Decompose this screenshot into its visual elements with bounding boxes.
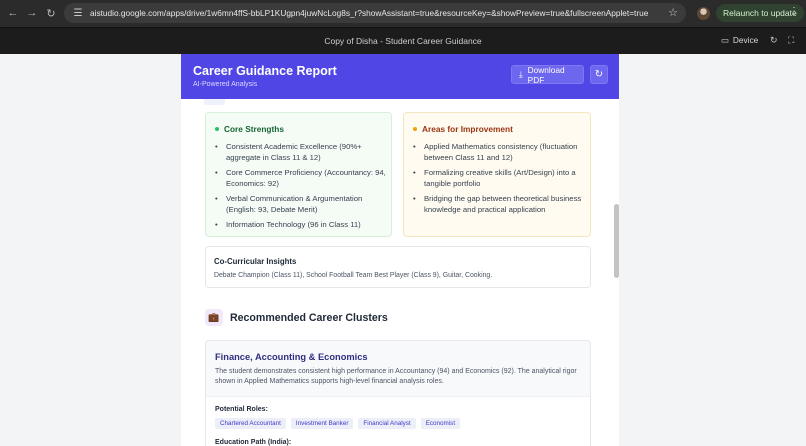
profile-avatar[interactable] xyxy=(697,7,710,20)
fullscreen-icon[interactable]: ⛶ xyxy=(788,35,794,46)
improvement-panel: Areas for Improvement Applied Mathematic… xyxy=(403,112,591,237)
potential-roles-label: Potential Roles: xyxy=(215,406,268,413)
browser-toolbar: ← → ↻ ☰ aistudio.google.com/apps/drive/1… xyxy=(0,0,806,27)
refresh-icon: ↻ xyxy=(594,69,604,80)
education-path-label: Education Path (India): xyxy=(215,439,292,446)
cocurricular-card: Co-Curricular Insights Debate Champion (… xyxy=(205,246,591,288)
role-tag: Investment Banker xyxy=(290,418,354,429)
section-icon-stub xyxy=(204,99,225,105)
briefcase-icon: 💼 xyxy=(205,309,223,326)
cocurricular-title: Co-Curricular Insights xyxy=(214,257,297,266)
url-text[interactable]: aistudio.google.com/apps/drive/1w6mn4ffS… xyxy=(90,8,656,18)
site-info-icon[interactable]: ☰ xyxy=(72,7,84,19)
career-cluster-card: Finance, Accounting & Economics The stud… xyxy=(205,340,591,446)
list-item: Bridging the gap between theoretical bus… xyxy=(413,193,585,215)
device-label: Device xyxy=(732,35,759,45)
device-button[interactable]: ▭ Device xyxy=(721,35,758,45)
forward-icon[interactable]: → xyxy=(22,3,42,23)
report-title: Career Guidance Report xyxy=(193,64,337,78)
preview-viewport: Career Guidance Report AI-Powered Analys… xyxy=(0,54,806,446)
address-bar[interactable]: ☰ aistudio.google.com/apps/drive/1w6mn4f… xyxy=(64,3,686,23)
cluster-header: Finance, Accounting & Economics The stud… xyxy=(206,341,590,397)
improvement-list: Applied Mathematics consistency (fluctua… xyxy=(413,141,585,219)
list-item: Consistent Academic Excellence (90%+ agg… xyxy=(215,141,387,163)
role-tag: Financial Analyst xyxy=(358,418,416,429)
roles-tags: Chartered Accountant Investment Banker F… xyxy=(215,418,461,429)
reload-icon[interactable]: ↻ xyxy=(41,3,61,23)
list-item: Information Technology (96 in Class 11) xyxy=(215,219,387,230)
list-item: Core Commerce Proficiency (Accountancy: … xyxy=(215,167,387,189)
back-icon[interactable]: ← xyxy=(3,3,23,23)
app-bar: Copy of Disha - Student Career Guidance … xyxy=(0,27,806,54)
report-header: Career Guidance Report AI-Powered Analys… xyxy=(181,54,619,99)
download-pdf-button[interactable]: ⤓ Download PDF xyxy=(511,64,584,85)
browser-menu-icon[interactable]: ⋮ xyxy=(789,6,799,17)
list-item: Formalizing creative skills (Art/Design)… xyxy=(413,167,585,189)
role-tag: Chartered Accountant xyxy=(215,418,286,429)
cluster-title: Finance, Accounting & Economics xyxy=(215,352,368,362)
scrollbar[interactable] xyxy=(614,204,619,278)
improvement-title: Areas for Improvement xyxy=(422,124,513,134)
refresh-preview-icon[interactable]: ↻ xyxy=(770,35,778,46)
cluster-description: The student demonstrates consistent high… xyxy=(215,368,577,385)
cocurricular-text: Debate Champion (Class 11), School Footb… xyxy=(214,272,493,279)
app-title: Copy of Disha - Student Career Guidance xyxy=(324,36,482,46)
improvement-heading: Areas for Improvement xyxy=(413,124,513,134)
core-strengths-heading: Core Strengths xyxy=(215,124,284,134)
list-item: Verbal Communication & Argumentation (En… xyxy=(215,193,387,215)
list-item: Applied Mathematics consistency (fluctua… xyxy=(413,141,585,163)
report-card: Career Guidance Report AI-Powered Analys… xyxy=(181,54,619,446)
report-subtitle: AI-Powered Analysis xyxy=(193,81,258,88)
recommended-clusters-title: Recommended Career Clusters xyxy=(230,312,388,324)
role-tag: Economist xyxy=(420,418,461,429)
bookmark-star-icon[interactable]: ☆ xyxy=(668,6,678,19)
regenerate-button[interactable]: ↻ xyxy=(590,65,608,84)
core-strengths-panel: Core Strengths Consistent Academic Excel… xyxy=(205,112,392,237)
device-icon: ▭ xyxy=(721,35,729,45)
green-dot-icon xyxy=(215,127,219,131)
core-strengths-title: Core Strengths xyxy=(224,124,284,134)
strengths-list: Consistent Academic Excellence (90%+ agg… xyxy=(215,141,387,234)
download-icon: ⤓ xyxy=(519,69,523,79)
download-pdf-label: Download PDF xyxy=(527,64,565,85)
amber-dot-icon xyxy=(413,127,417,131)
